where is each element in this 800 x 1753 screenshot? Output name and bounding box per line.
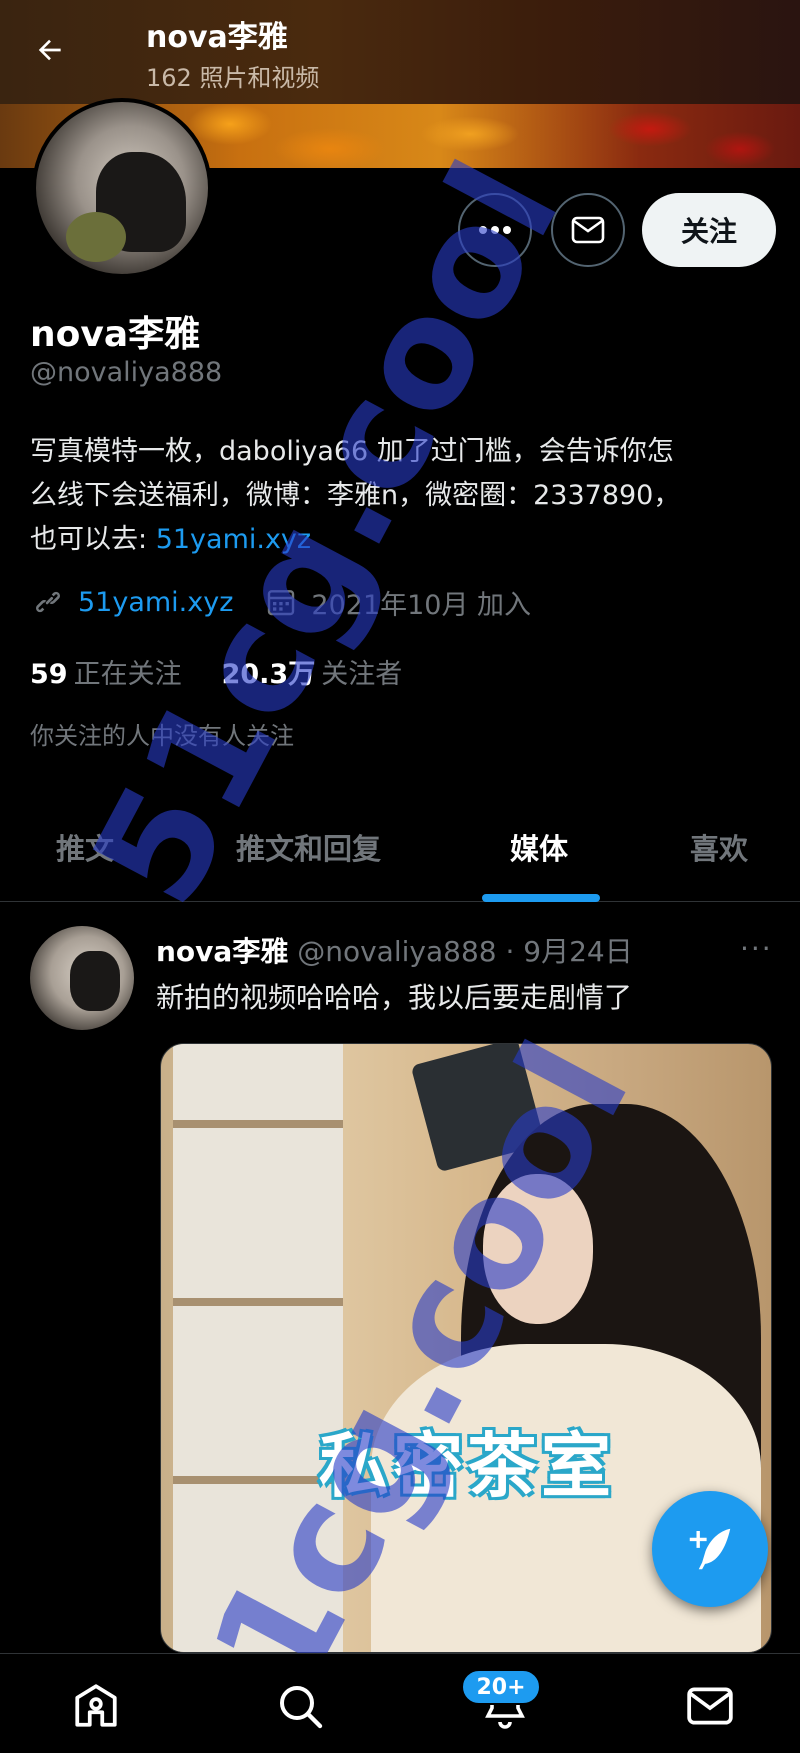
tweet-text: 新拍的视频哈哈哈，我以后要走剧情了 [156,981,633,1014]
nav-search[interactable] [272,1678,328,1734]
tweet-date[interactable]: · 9月24日 [505,935,632,968]
notifications-badge: 20+ [461,1669,541,1705]
mail-icon [571,216,605,244]
mail-icon [687,1687,733,1725]
followers-count: 20.3万 [221,659,316,690]
profile-meta: 51yami.xyz 2021年10月 加入 [30,582,531,622]
following-label: 正在关注 [73,659,182,690]
message-button[interactable] [551,193,625,267]
nav-messages[interactable] [682,1678,738,1734]
back-button[interactable] [30,30,70,70]
tweet-more-button[interactable]: ··· [740,932,773,965]
profile-avatar[interactable] [32,98,212,278]
following-count: 59 [30,659,68,690]
compose-tweet-button[interactable] [652,1491,768,1607]
compose-feather-icon [689,1528,731,1570]
tweet-header: nova李雅 @novaliya888 · 9月24日 [156,930,633,970]
link-icon [30,584,66,620]
profile-header-bar: nova李雅 162 照片和视频 [0,0,800,104]
join-date: 2021年10月 加入 [311,589,532,621]
profile-handle: @novaliya888 [30,357,223,388]
bio-text: 也可以去: [30,524,156,555]
followers-label: 关注者 [321,659,403,690]
tab-media[interactable]: 媒体 [510,826,568,868]
bio-line: 也可以去: 51yami.xyz [30,518,770,562]
tab-tweets-replies[interactable]: 推文和回复 [236,826,381,868]
bio-line: 么线下会送福利，微博：李雅n，微密圈：2337890， [30,480,681,511]
active-tab-indicator [482,894,600,902]
header-title: nova李雅 [146,20,288,55]
more-dots-icon [479,226,511,234]
following-stat[interactable]: 59 正在关注 [30,652,182,691]
profile-website-link[interactable]: 51yami.xyz [78,587,233,618]
tab-likes[interactable]: 喜欢 [690,826,748,868]
more-options-button[interactable] [458,193,532,267]
follow-button[interactable]: 关注 [642,193,776,267]
arrow-left-icon [38,39,61,61]
bio-line: 写真模特一枚，daboliya66 加了过门槛，会告诉你怎 [30,436,674,467]
tab-tweets[interactable]: 推文 [56,826,114,868]
media-caption-text: 私密茶室 [319,1425,615,1507]
tweet-author-name[interactable]: nova李雅 [156,935,288,968]
profile-name: nova李雅 [30,314,201,355]
tweet-avatar[interactable] [30,926,134,1030]
mutual-followers-note: 你关注的人中没有人关注 [30,722,294,750]
home-icon [75,1684,117,1727]
bio-link[interactable]: 51yami.xyz [156,524,311,555]
search-icon [280,1686,323,1729]
followers-stat[interactable]: 20.3万 关注者 [222,652,403,691]
header-media-count: 162 照片和视频 [146,64,320,92]
calendar-icon [263,584,299,620]
follow-stats: 59 正在关注 20.3万 关注者 [30,652,402,691]
profile-tabs: 推文 推文和回复 媒体 喜欢 [0,800,800,902]
nav-home[interactable] [68,1678,124,1734]
bottom-navigation [0,1653,800,1753]
tweet-author-handle: @novaliya888 [297,935,497,968]
profile-bio: 写真模特一枚，daboliya66 加了过门槛，会告诉你怎 么线下会送福利，微博… [30,430,770,562]
